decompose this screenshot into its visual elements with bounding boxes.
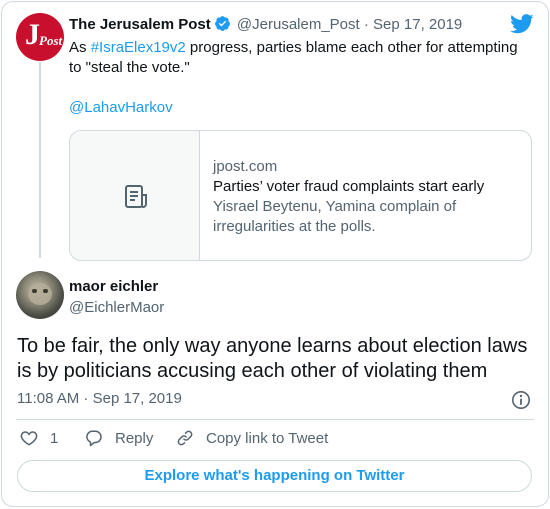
jerusalem-post-avatar[interactable]: J Post — [16, 13, 64, 61]
main-author-name[interactable]: maor eichler — [69, 278, 158, 295]
heart-icon — [20, 431, 38, 446]
reply-button[interactable]: Reply — [84, 429, 153, 447]
copy-link-button[interactable]: Copy link to Tweet — [176, 429, 328, 447]
parent-tweet-header: The Jerusalem Post @Jerusalem_Post · Sep… — [69, 15, 462, 33]
main-tweet-text: To be fair, the only way anyone learns a… — [17, 335, 528, 382]
link-title: Parties’ voter fraud complaints start ea… — [213, 178, 485, 195]
avatar-eye-shape — [32, 289, 37, 293]
hashtag-link[interactable]: #IsraElex19v2 — [91, 39, 186, 56]
twitter-bird-icon[interactable] — [510, 14, 534, 34]
avatar-letter: J — [25, 18, 40, 51]
document-icon — [125, 185, 147, 208]
like-count: 1 — [50, 429, 59, 447]
avatar-eye-shape — [43, 289, 48, 293]
divider — [16, 419, 534, 420]
copy-link-label: Copy link to Tweet — [206, 429, 329, 447]
main-author-handle[interactable]: @EichlerMaor — [69, 299, 164, 316]
link-preview-thumbnail — [70, 131, 200, 260]
link-preview-meta: jpost.com Parties’ voter fraud complaint… — [213, 157, 523, 237]
parent-author-name[interactable]: The Jerusalem Post — [69, 16, 211, 33]
link-description: Yisrael Beytenu, Yamina complain of irre… — [213, 198, 457, 235]
separator-dot: · — [363, 16, 369, 33]
tweet-text-segment: As — [69, 39, 91, 56]
avatar-face-shape — [28, 283, 52, 305]
avatar-letter: Post — [39, 33, 63, 48]
link-icon — [177, 430, 193, 446]
verified-badge-icon — [214, 15, 231, 32]
mention-link[interactable]: @LahavHarkov — [69, 99, 173, 116]
link-preview-card[interactable]: jpost.com Parties’ voter fraud complaint… — [69, 130, 532, 261]
maor-eichler-avatar[interactable] — [16, 271, 64, 319]
tweet-timestamp[interactable]: 11:08 AM · Sep 17, 2019 — [17, 390, 182, 407]
thread-connector-line — [39, 62, 41, 258]
reply-icon — [86, 430, 102, 447]
link-domain: jpost.com — [213, 158, 278, 175]
parent-tweet-text: As #IsraElex19v2 progress, parties blame… — [69, 38, 531, 78]
parent-tweet-date[interactable]: Sep 17, 2019 — [373, 16, 462, 33]
reply-label: Reply — [115, 429, 154, 447]
like-button[interactable]: 1 — [20, 429, 58, 447]
parent-author-handle[interactable]: @Jerusalem_Post — [237, 16, 360, 33]
explore-twitter-button[interactable]: Explore what's happening on Twitter — [17, 460, 532, 492]
info-icon[interactable] — [511, 390, 531, 410]
